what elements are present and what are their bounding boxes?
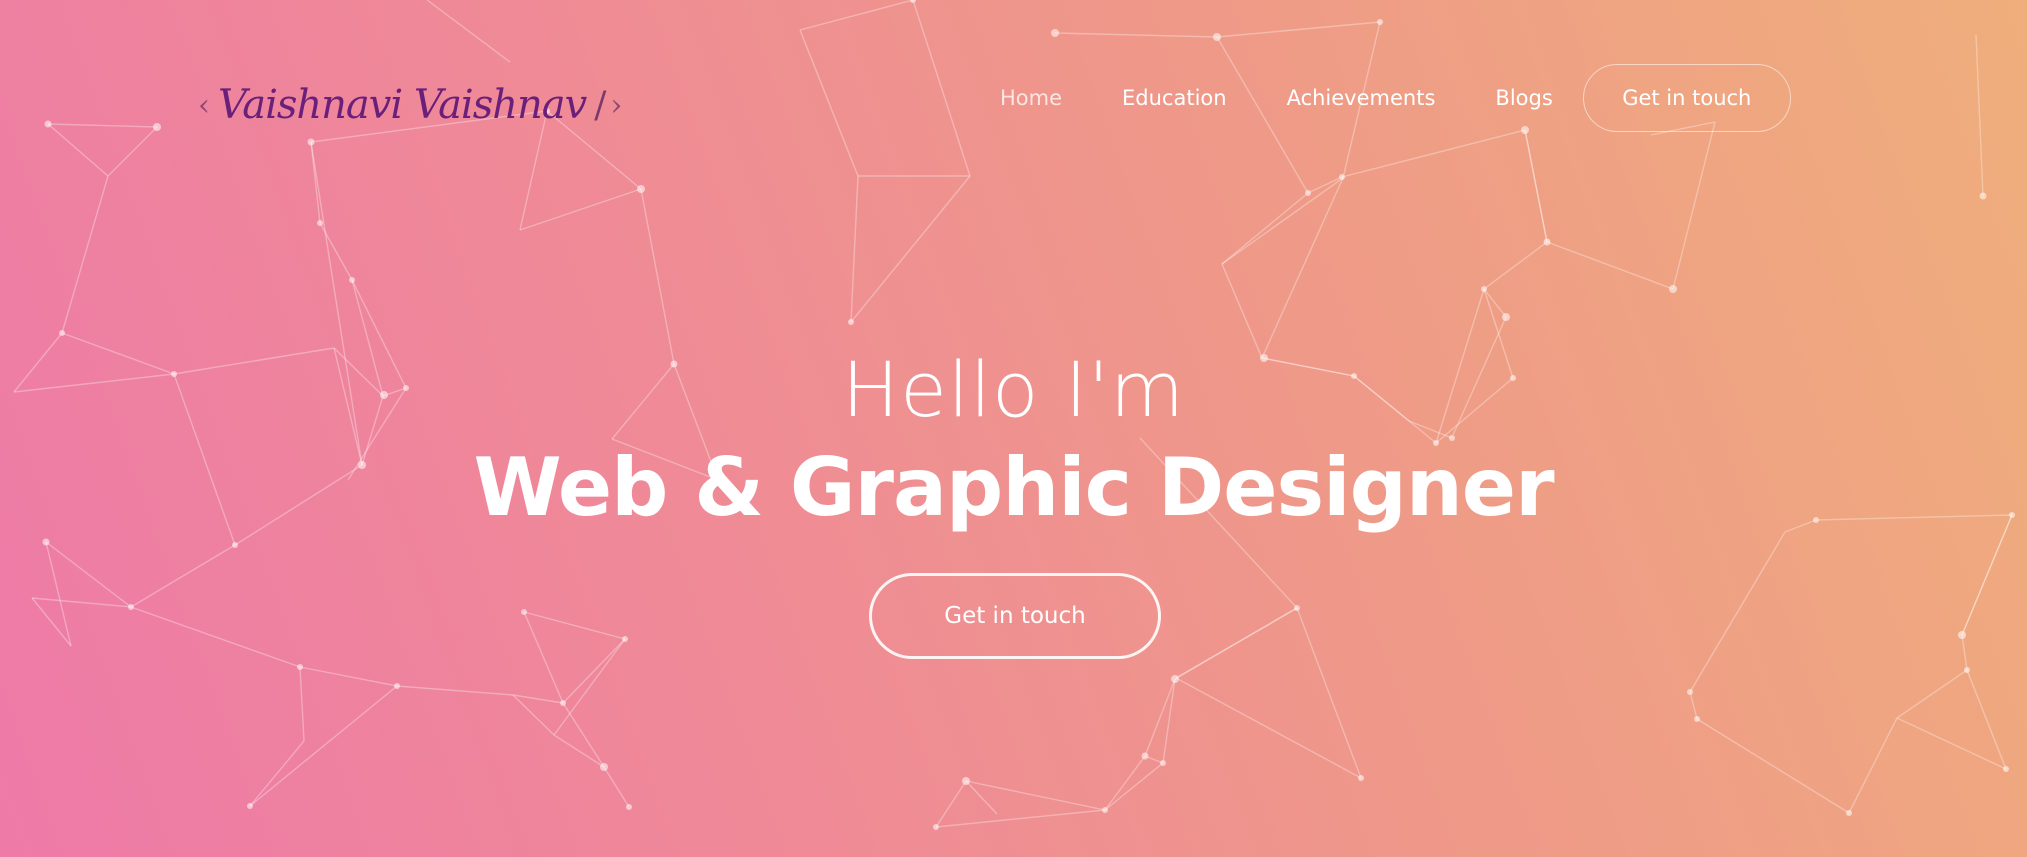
main-nav: Home Education Achievements Blogs Get in… — [1000, 62, 1791, 134]
nav-home-link[interactable]: Home — [1000, 86, 1062, 110]
site-logo[interactable]: ‹ Vaishnavi Vaishnav / › — [198, 70, 622, 140]
logo-close-bracket: › — [610, 87, 623, 123]
logo-open-bracket: ‹ — [198, 87, 210, 123]
nav-achievements-link[interactable]: Achievements — [1287, 86, 1436, 110]
nav-get-in-touch-button[interactable]: Get in touch — [1582, 64, 1791, 132]
hero-title: Web & Graphic Designer — [473, 441, 1554, 534]
nav-education-link[interactable]: Education — [1122, 86, 1227, 110]
nav-blogs-link[interactable]: Blogs — [1495, 86, 1552, 110]
logo-slash: / — [594, 84, 607, 126]
hero-greeting: Hello I'm — [841, 345, 1186, 434]
logo-name: Vaishnavi Vaishnav — [218, 82, 587, 128]
hero-get-in-touch-button[interactable]: Get in touch — [869, 573, 1161, 659]
